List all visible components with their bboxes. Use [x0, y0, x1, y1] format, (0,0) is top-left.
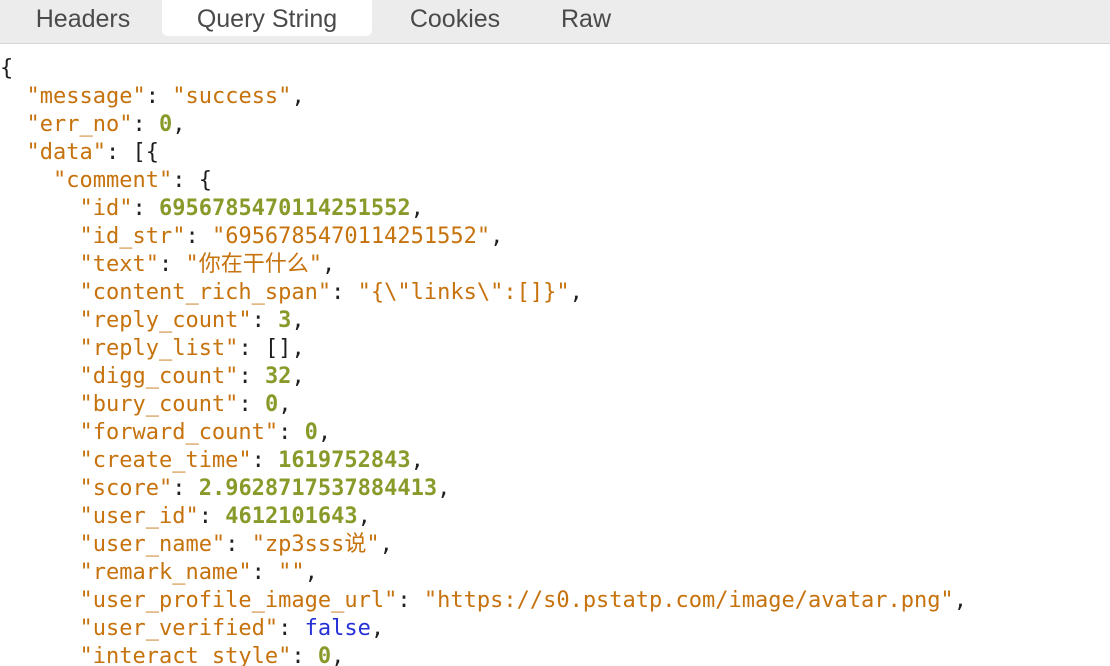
json-line: "forward_count": 0, — [79, 420, 332, 445]
json-value: "https://s0.pstatp.com/image/avatar.png" — [423, 588, 954, 613]
json-line: "id": 6956785470114251552, — [79, 196, 424, 221]
json-key: "content_rich_span" — [79, 280, 332, 305]
json-line: "id_str": "6956785470114251552", — [79, 224, 504, 249]
json-line: "remark_name": "", — [79, 560, 318, 585]
tab-cookies[interactable]: Cookies — [392, 0, 518, 36]
json-key: "user_id" — [79, 504, 199, 529]
json-brace: { — [0, 56, 14, 81]
json-value: 2.9628717537884413 — [198, 476, 438, 501]
json-line: "user_profile_image_url": "https://s0.ps… — [79, 588, 967, 613]
json-value: "" — [278, 560, 305, 585]
json-key: "bury_count" — [79, 392, 239, 417]
json-brace: { — [198, 168, 212, 193]
json-line: "bury_count": 0, — [79, 392, 292, 417]
json-key: "score" — [79, 476, 173, 501]
json-value: 0 — [264, 392, 279, 417]
json-line: { — [0, 55, 1110, 83]
json-value: "{\"links\":[]}" — [357, 280, 570, 305]
json-key: "reply_count" — [79, 308, 252, 333]
json-value: "success" — [172, 84, 292, 109]
json-key: "create_time" — [79, 448, 252, 473]
json-value: false — [304, 616, 371, 641]
json-value: 3 — [278, 308, 292, 333]
json-key: "reply_list" — [79, 336, 239, 361]
json-key: "message" — [26, 84, 146, 109]
tab-raw[interactable]: Raw — [540, 0, 632, 36]
json-line: "comment": { — [52, 168, 212, 193]
json-brace: [{ — [132, 140, 159, 165]
tab-headers[interactable]: Headers — [14, 0, 152, 36]
json-line: "user_name": "zp3sss说", — [79, 532, 393, 557]
json-value: 0 — [317, 644, 332, 666]
json-line: "reply_count": 3, — [79, 308, 305, 333]
json-value: 1619752843 — [278, 448, 411, 473]
json-key: "user_verified" — [79, 616, 279, 641]
json-value: 32 — [264, 364, 292, 389]
json-value: "zp3sss说" — [251, 532, 380, 557]
json-value: 0 — [304, 420, 318, 445]
json-value: 4612101643 — [225, 504, 358, 529]
comment-fields: "id": 6956785470114251552, "id_str": "69… — [0, 195, 1110, 666]
json-key: "id" — [79, 196, 133, 221]
tab-query-string[interactable]: Query String — [162, 0, 372, 36]
json-line: "score": 2.9628717537884413, — [79, 476, 451, 501]
json-value: "6956785470114251552" — [211, 224, 491, 249]
json-line: "create_time": 1619752843, — [79, 448, 424, 473]
json-viewer[interactable]: { "message": "success", "err_no": 0, "da… — [0, 45, 1110, 666]
json-key: "comment" — [52, 168, 173, 193]
json-line: "message": "success", — [26, 84, 305, 109]
tab-bar: Headers Query String Cookies Raw — [0, 0, 1110, 44]
json-key: "user_name" — [79, 532, 226, 557]
json-key: "forward_count" — [79, 420, 279, 445]
json-value: 6956785470114251552 — [158, 196, 411, 221]
json-key: "remark_name" — [79, 560, 252, 585]
json-key: "user_profile_image_url" — [79, 588, 398, 613]
json-value: 0 — [158, 112, 173, 137]
json-line: "err_no": 0, — [26, 112, 186, 137]
json-key: "digg_count" — [79, 364, 239, 389]
json-key: "interact_style" — [79, 644, 292, 666]
json-line: "digg_count": 32, — [79, 364, 305, 389]
json-value: "你在干什么" — [185, 252, 322, 277]
json-line: "text": "你在干什么", — [79, 252, 336, 277]
json-key: "data" — [26, 140, 106, 165]
json-line: "user_id": 4612101643, — [79, 504, 371, 529]
json-line: "data": [{ — [26, 140, 159, 165]
json-line: "reply_list": [], — [79, 336, 305, 361]
json-line: "content_rich_span": "{\"links\":[]}", — [79, 280, 583, 305]
json-key: "text" — [79, 252, 159, 277]
json-key: "err_no" — [26, 112, 133, 137]
json-value: [] — [264, 336, 292, 361]
json-line: "user_verified": false, — [79, 616, 385, 641]
json-key: "id_str" — [79, 224, 186, 249]
json-line: "interact_style": 0, — [0, 643, 1110, 666]
